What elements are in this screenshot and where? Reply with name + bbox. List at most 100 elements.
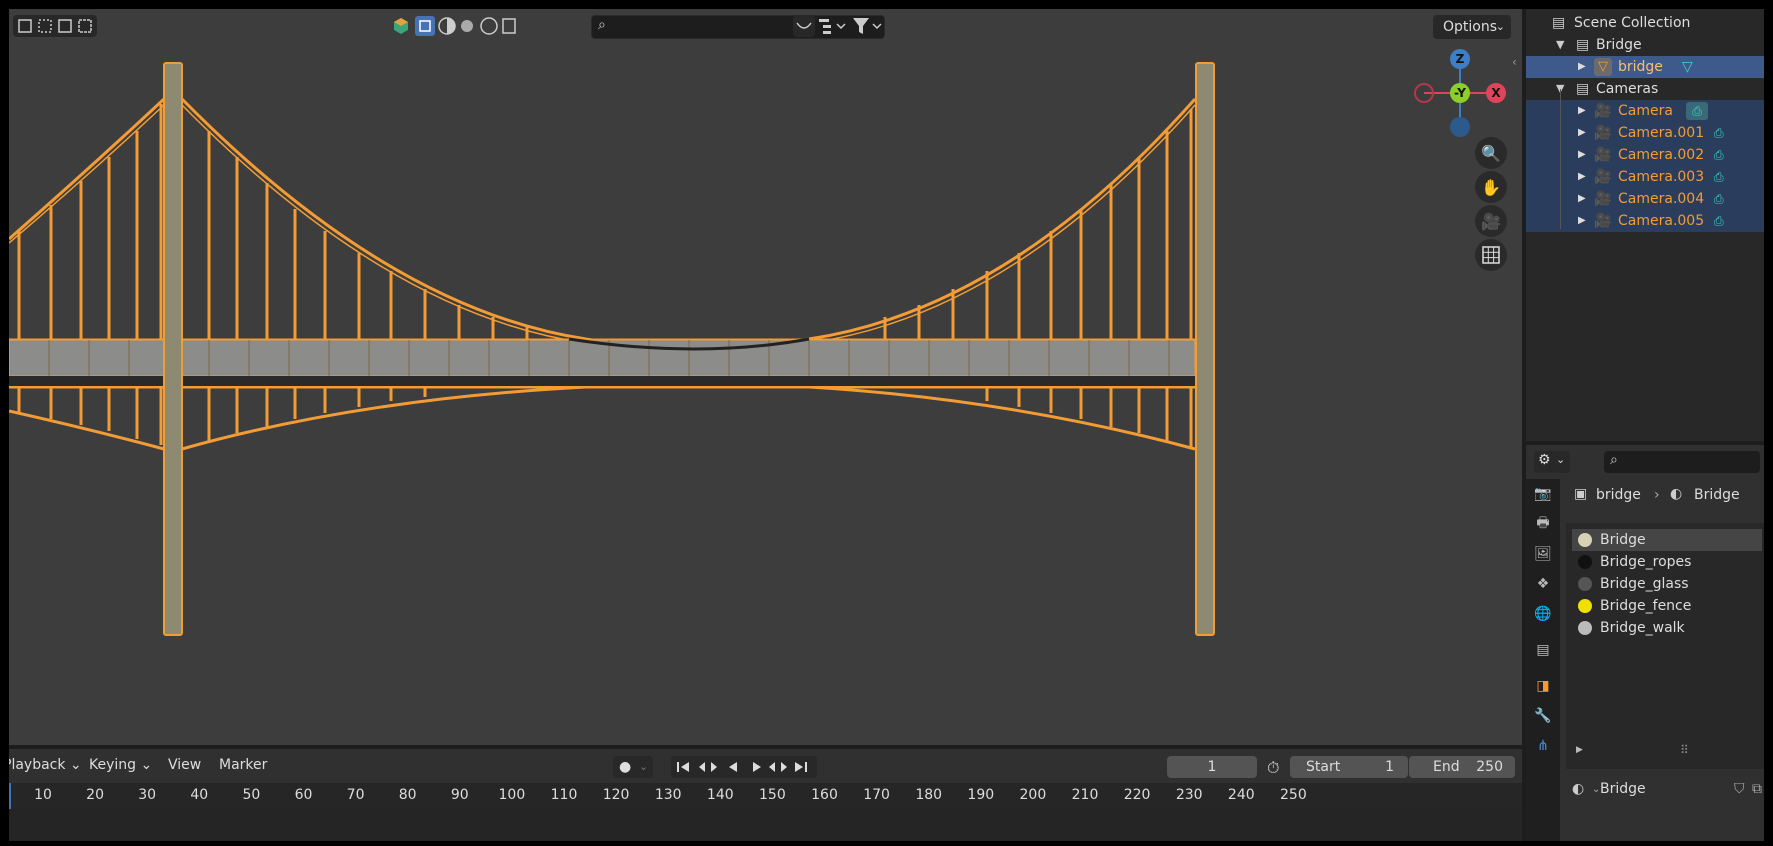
camera-data-icon[interactable]: ⎙	[1714, 122, 1724, 144]
gizmo-x-label: X	[1491, 86, 1501, 100]
playhead[interactable]	[9, 783, 11, 809]
object-icon: ▣	[1574, 486, 1588, 502]
outliner-row-cameras-collection[interactable]: ▼ ▤ Cameras	[1526, 78, 1764, 100]
expand-arrow-icon[interactable]: ▶	[1578, 144, 1586, 166]
outliner-row-camera-003[interactable]: ▶ 🎥 Camera.003 ⎙	[1526, 166, 1764, 188]
end-frame-field[interactable]: End 250	[1409, 756, 1515, 778]
mesh-data-icon[interactable]: ▽	[1682, 56, 1693, 78]
bridge-model[interactable]	[9, 9, 1522, 745]
sidebar-toggle-icon[interactable]: ‹	[1512, 55, 1517, 69]
properties-search-input[interactable]: ⌕	[1604, 451, 1760, 473]
gizmo-neg-z-axis[interactable]	[1450, 117, 1470, 137]
stopwatch-icon[interactable]: ⏱	[1267, 758, 1279, 778]
material-selector-row[interactable]: ◐ ⌄ Bridge ⛉ ⧉	[1566, 779, 1764, 803]
view-menu[interactable]: View	[168, 757, 201, 773]
active-material-name[interactable]: Bridge	[1600, 781, 1700, 803]
camera-object-icon: 🎥	[1594, 147, 1612, 163]
camera-data-icon[interactable]: ⎙	[1714, 144, 1724, 166]
frame-tick-label: 10	[34, 787, 52, 803]
start-frame-field[interactable]: Start 1	[1290, 756, 1408, 778]
breadcrumb-object[interactable]: bridge	[1596, 487, 1641, 503]
expand-arrow-icon[interactable]: ▶	[1578, 122, 1586, 144]
select-mode-buttons[interactable]	[13, 15, 97, 37]
marker-menu[interactable]: Marker	[219, 757, 267, 773]
expand-arrow-icon[interactable]: ▼	[1556, 34, 1564, 56]
tab-modifiers[interactable]: 🔧	[1532, 705, 1554, 727]
material-slot-bridge-walk[interactable]: Bridge_walk	[1572, 617, 1762, 639]
breadcrumb-material[interactable]: Bridge	[1694, 487, 1740, 503]
tab-view-layer[interactable]: 🖼	[1532, 543, 1554, 565]
filter-dropdown[interactable]	[851, 15, 885, 37]
auto-keying-toggle[interactable]: ● ⌄	[613, 756, 653, 778]
pan-button[interactable]: ✋	[1475, 171, 1507, 203]
end-label: End	[1433, 759, 1460, 775]
tab-output[interactable]: 🖶	[1532, 513, 1554, 535]
material-slot-bridge[interactable]: Bridge	[1572, 529, 1762, 551]
options-label: Options	[1443, 19, 1498, 35]
material-slot-bridge-glass[interactable]: Bridge_glass	[1572, 573, 1762, 595]
outliner-row-camera-002[interactable]: ▶ 🎥 Camera.002 ⎙	[1526, 144, 1764, 166]
tab-world[interactable]: 🌐	[1532, 603, 1554, 625]
tab-object[interactable]: ◨	[1532, 675, 1554, 697]
resize-handle-icon[interactable]: ⠿	[1680, 743, 1689, 757]
zoom-icon: 🔍	[1481, 143, 1501, 163]
playback-menu[interactable]: Playback ⌄	[9, 757, 82, 773]
camera-data-icon[interactable]: ⎙	[1686, 102, 1708, 120]
outliner-row-camera-004[interactable]: ▶ 🎥 Camera.004 ⎙	[1526, 188, 1764, 210]
chevron-down-icon: ⌄	[639, 760, 649, 773]
properties-editor[interactable]: ⚙ ⌄ ⌕ 📷 🖶 🖼 ❖ 🌐 ▤ ◨ 🔧 ⋔ ▣ bridge › ◐ Bri…	[1526, 445, 1764, 841]
3d-viewport[interactable]: ⌕ Options ⌄ ‹ Z -Y X 🔍 ✋ 🎥	[9, 9, 1522, 745]
outliner-row-camera-001[interactable]: ▶ 🎥 Camera.001 ⎙	[1526, 122, 1764, 144]
timeline-editor[interactable]: Playback ⌄ Keying ⌄ View Marker ● ⌄ 1 ⏱	[9, 749, 1522, 841]
material-slot-bridge-fence[interactable]: Bridge_fence	[1572, 595, 1762, 617]
gizmo-neg-x-axis[interactable]	[1414, 83, 1434, 103]
timeline-frame-ruler[interactable]: 10 20 30 40 50 60 70 80 90 100 110 120 130 140 150 160 1…	[9, 783, 1522, 809]
outliner-row-camera[interactable]: ▶ 🎥 Camera ⎙	[1526, 100, 1764, 122]
playback-controls[interactable]	[671, 756, 817, 778]
outliner-row-bridge-mesh[interactable]: ▶ ▽ bridge ▽	[1526, 56, 1764, 78]
tab-particles[interactable]: ⋔	[1532, 735, 1554, 757]
expand-arrow-icon[interactable]: ▶	[1578, 166, 1586, 188]
outliner-item-label: Cameras	[1596, 81, 1659, 97]
frame-tick-label: 190	[967, 787, 995, 803]
frame-tick-label: 80	[398, 787, 417, 803]
tab-collection[interactable]: ▤	[1532, 639, 1554, 661]
outliner-row-camera-005[interactable]: ▶ 🎥 Camera.005 ⎙	[1526, 210, 1764, 232]
scene-collection-row[interactable]: ▤ Scene Collection	[1526, 12, 1764, 34]
ortho-toggle-button[interactable]	[1475, 239, 1507, 271]
tab-scene[interactable]: ❖	[1532, 573, 1554, 595]
material-slot-list[interactable]: Bridge Bridge_ropes Bridge_glass Bridge_…	[1566, 523, 1764, 769]
overlay-shading-buttons[interactable]	[391, 15, 587, 37]
tab-render[interactable]: 📷	[1532, 483, 1554, 505]
camera-data-icon[interactable]: ⎙	[1714, 188, 1724, 210]
gizmo-z-axis[interactable]: Z	[1450, 49, 1470, 69]
outliner-filter-dropdown[interactable]	[817, 15, 847, 37]
camera-view-button[interactable]: 🎥	[1475, 205, 1507, 237]
expand-arrow-icon[interactable]: ▶	[1578, 56, 1586, 78]
end-value: 250	[1476, 759, 1503, 775]
outliner[interactable]: ▤ Scene Collection ▼ ▤ Bridge ▶ ▽ bridge…	[1526, 9, 1764, 441]
outliner-row-bridge-collection[interactable]: ▼ ▤ Bridge	[1526, 34, 1764, 56]
material-slot-bridge-ropes[interactable]: Bridge_ropes	[1572, 551, 1762, 573]
duplicate-icon[interactable]: ⧉	[1752, 781, 1762, 797]
zoom-button[interactable]: 🔍	[1475, 137, 1507, 169]
timeline-track-area[interactable]	[9, 809, 1522, 841]
camera-data-icon[interactable]: ⎙	[1714, 166, 1724, 188]
expand-arrow-icon[interactable]: ▶	[1578, 210, 1586, 232]
gizmo-x-axis[interactable]: X	[1486, 83, 1506, 103]
options-dropdown[interactable]: Options ⌄	[1433, 15, 1511, 39]
expand-arrow-icon[interactable]: ▶	[1578, 188, 1586, 210]
printer-icon: 🖶	[1536, 515, 1550, 531]
snap-toggle[interactable]	[793, 15, 815, 37]
expand-arrow-icon[interactable]: ▶	[1578, 100, 1586, 122]
editor-type-dropdown[interactable]: ⚙ ⌄	[1534, 451, 1570, 473]
current-frame-field[interactable]: 1	[1167, 756, 1257, 778]
gizmo-y-label: -Y	[1454, 86, 1466, 100]
expand-arrow-icon[interactable]: ▶	[1576, 745, 1583, 755]
gizmo-y-axis[interactable]: -Y	[1450, 83, 1470, 103]
keying-menu[interactable]: Keying ⌄	[89, 757, 152, 773]
camera-data-icon[interactable]: ⎙	[1714, 210, 1724, 232]
hand-icon: ✋	[1481, 177, 1501, 197]
navigation-gizmo[interactable]: Z -Y X	[1413, 47, 1507, 137]
fake-user-icon[interactable]: ⛉	[1734, 781, 1745, 797]
